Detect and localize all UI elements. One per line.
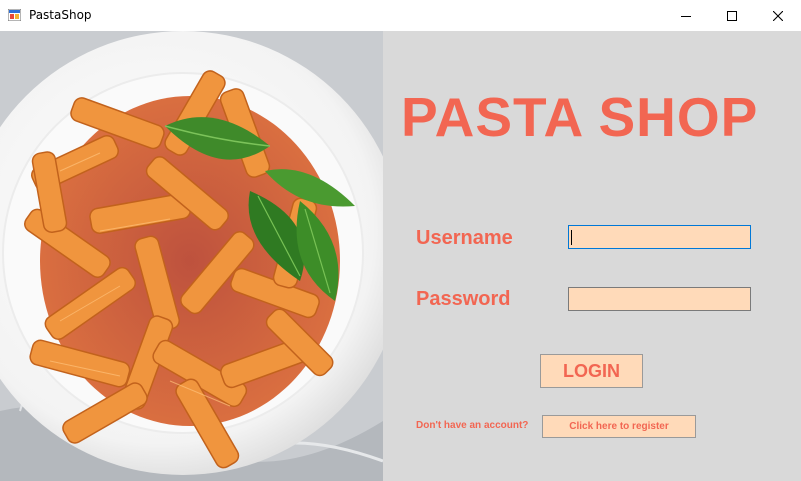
close-button[interactable] — [755, 0, 801, 31]
app-icon — [8, 9, 21, 21]
window-titlebar: PastaShop — [0, 0, 801, 31]
maximize-button[interactable] — [709, 0, 755, 31]
client-area: PASTA SHOP Username Password LOGIN Don't… — [0, 31, 801, 481]
window-title: PastaShop — [29, 8, 92, 22]
login-button[interactable]: LOGIN — [540, 354, 643, 388]
minimize-button[interactable] — [663, 0, 709, 31]
register-button[interactable]: Click here to register — [542, 415, 696, 438]
password-label: Password — [416, 288, 511, 310]
maximize-icon — [727, 10, 737, 21]
brand-title: PASTA SHOP — [401, 86, 759, 148]
close-icon — [773, 10, 783, 21]
minimize-icon — [681, 15, 691, 17]
username-input[interactable] — [568, 225, 751, 249]
login-form-panel: PASTA SHOP Username Password LOGIN Don't… — [383, 31, 801, 481]
username-label: Username — [416, 227, 513, 249]
text-caret — [571, 230, 572, 245]
pasta-dish-image — [0, 31, 383, 481]
password-input[interactable] — [568, 287, 751, 311]
pasta-photo-panel — [0, 31, 383, 481]
register-prompt: Don't have an account? — [416, 420, 529, 431]
